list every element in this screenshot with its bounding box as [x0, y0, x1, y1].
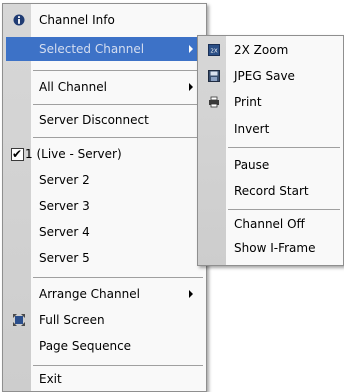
menu-item-label: Server 2	[39, 173, 90, 187]
save-icon	[205, 67, 223, 85]
menu-separator	[33, 277, 203, 278]
menu-item-pause[interactable]: Pause	[201, 153, 340, 177]
menu-item-label: Pause	[234, 158, 270, 172]
menu-item-label: Exit	[39, 372, 62, 386]
menu-item-label: Server 4	[39, 225, 90, 239]
menu-item-label: Server 5	[39, 251, 90, 265]
info-icon	[10, 11, 28, 29]
menu-item-label: Full Screen	[39, 313, 105, 327]
menu-item-label: JPEG Save	[234, 69, 295, 83]
menu-item-selected-channel[interactable]: Selected Channel	[6, 37, 203, 61]
context-menu: Channel Info Selected Channel All Channe…	[2, 3, 207, 392]
submenu-arrow-icon	[189, 290, 193, 298]
menu-item-all-channel[interactable]: All Channel	[6, 75, 203, 99]
menu-item-label: Invert	[234, 122, 270, 136]
menu-item-arrange-channel[interactable]: Arrange Channel	[6, 282, 203, 306]
zoom-icon: 2X	[205, 41, 223, 59]
submenu-arrow-icon	[189, 83, 193, 91]
menu-item-invert[interactable]: Invert	[201, 117, 340, 141]
menu-item-label: Show I-Frame	[234, 241, 316, 255]
menu-separator	[33, 70, 203, 71]
menu-separator	[228, 209, 340, 210]
menu-item-server-disconnect[interactable]: Server Disconnect	[6, 108, 203, 132]
menu-item-exit[interactable]: Exit	[6, 368, 203, 390]
menu-item-full-screen[interactable]: Full Screen	[6, 308, 203, 332]
svg-text:2X: 2X	[210, 49, 217, 55]
menu-item-label: Record Start	[234, 184, 309, 198]
menu-item-label: All Channel	[39, 80, 107, 94]
menu-item-channel-info[interactable]: Channel Info	[6, 8, 203, 32]
submenu-arrow-icon	[189, 45, 193, 53]
menu-item-jpeg-save[interactable]: JPEG Save	[201, 64, 340, 88]
menu-item-print[interactable]: Print	[201, 90, 340, 114]
menu-item-label: Channel Info	[39, 13, 115, 27]
menu-separator	[228, 147, 340, 148]
menu-item-label: Server Disconnect	[39, 113, 149, 127]
menu-item-label: Arrange Channel	[39, 287, 140, 301]
menu-item-server-3[interactable]: Server 3	[6, 194, 203, 218]
menu-separator	[33, 365, 203, 366]
menu-separator	[33, 104, 203, 105]
menu-item-show-i-frame[interactable]: Show I-Frame	[201, 236, 340, 260]
menu-item-label: 2X Zoom	[234, 43, 289, 57]
menu-item-label: Channel Off	[234, 217, 305, 231]
menu-item-channel-off[interactable]: Channel Off	[201, 212, 340, 236]
menu-item-label: Page Sequence	[39, 339, 132, 353]
menu-separator	[33, 137, 203, 138]
menu-item-label: 1 (Live - Server)	[25, 147, 122, 161]
check-mark-icon: ✔	[10, 147, 24, 161]
menu-item-server-2[interactable]: Server 2	[6, 168, 203, 192]
menu-item-server-1[interactable]: ✔ 1 (Live - Server)	[6, 142, 203, 166]
menu-item-label: Print	[234, 95, 262, 109]
menu-item-label: Selected Channel	[39, 42, 145, 56]
menu-item-page-sequence[interactable]: Page Sequence	[6, 334, 203, 358]
menu-item-server-4[interactable]: Server 4	[6, 220, 203, 244]
menu-item-record-start[interactable]: Record Start	[201, 179, 340, 203]
printer-icon	[205, 93, 223, 111]
menu-item-label: Server 3	[39, 199, 90, 213]
menu-item-2x-zoom[interactable]: 2X 2X Zoom	[201, 38, 340, 62]
full-screen-icon	[10, 311, 28, 329]
menu-item-server-5[interactable]: Server 5	[6, 246, 203, 270]
checkbox-icon: ✔	[8, 145, 26, 163]
selected-channel-submenu: 2X 2X Zoom JPEG Save Print Invert Pause …	[197, 35, 344, 266]
